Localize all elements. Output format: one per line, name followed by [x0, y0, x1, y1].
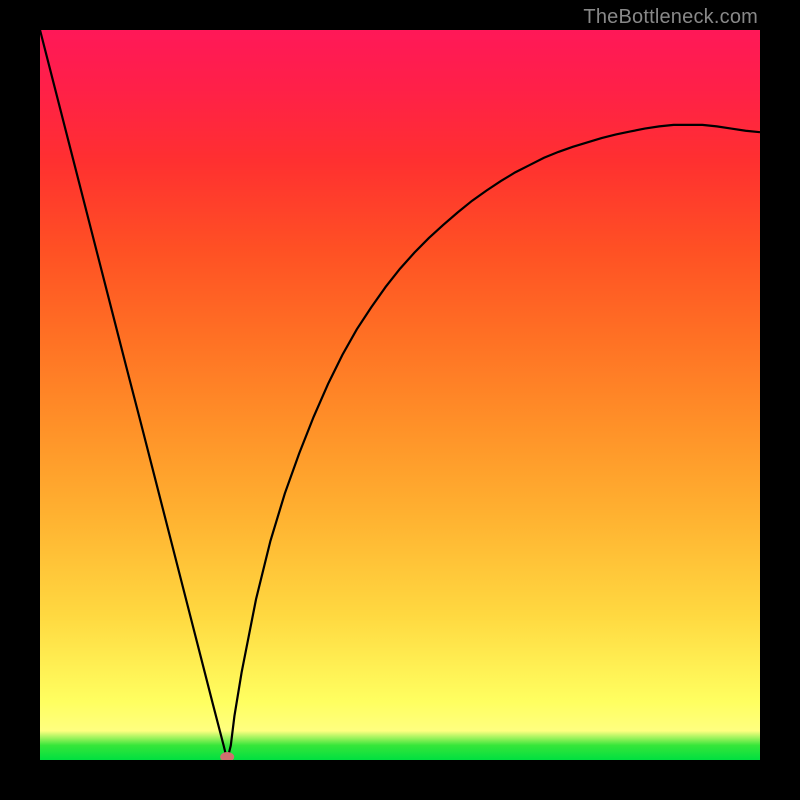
watermark-text: TheBottleneck.com [583, 6, 758, 29]
plot-area [40, 30, 760, 760]
chart-container: TheBottleneck.com [0, 0, 800, 800]
minimum-marker [220, 752, 234, 760]
curve-line [40, 30, 760, 760]
bottleneck-curve-chart [40, 30, 760, 760]
